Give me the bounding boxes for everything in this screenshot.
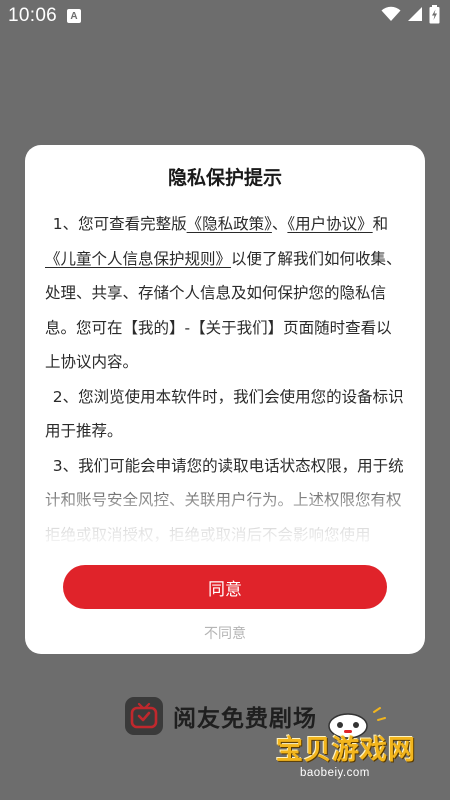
watermark: 宝贝游戏网 baobeiy.com [270,706,445,794]
children-privacy-link[interactable]: 《儿童个人信息保护规则》 [45,250,231,268]
paragraph-3: 3、我们可能会申请您的读取电话状态权限，用于统计和账号安全风控、关联用户行为。上… [45,456,404,544]
status-time: 10:06 [8,5,58,26]
para1-intro: 1、您可查看完整版 [52,215,187,233]
watermark-url: baobeiy.com [300,767,370,779]
user-agreement-link[interactable]: 《用户协议》 [287,215,372,233]
dialog-body[interactable]: 1、您可查看完整版《隐私政策》、《用户协议》和《儿童个人信息保护规则》以便了解我… [45,207,405,547]
watermark-text: 宝贝游戏网 [276,735,416,766]
status-right [381,4,440,28]
status-bar: 10:06 A [0,0,450,32]
privacy-policy-link[interactable]: 《隐私政策》 [187,215,272,233]
signal-icon [407,6,423,26]
wifi-icon [381,6,401,26]
para1-sep: 、 [271,215,288,233]
disagree-button[interactable]: 不同意 [25,623,425,643]
para1-and: 和 [372,215,389,233]
paragraph-1: 1、您可查看完整版《隐私政策》、《用户协议》和《儿童个人信息保护规则》以便了解我… [45,207,405,380]
agree-button[interactable]: 同意 [63,565,387,609]
tv-play-logo-icon [125,697,163,735]
privacy-dialog: 隐私保护提示 1、您可查看完整版《隐私政策》、《用户协议》和《儿童个人信息保护规… [25,145,425,654]
battery-icon [429,4,440,28]
paragraph-2: 2、您浏览使用本软件时，我们会使用您的设备标识用于推荐。 [45,387,404,441]
status-left: 10:06 A [8,5,82,27]
dialog-title: 隐私保护提示 [167,167,282,189]
notification-icon: A [67,9,82,23]
